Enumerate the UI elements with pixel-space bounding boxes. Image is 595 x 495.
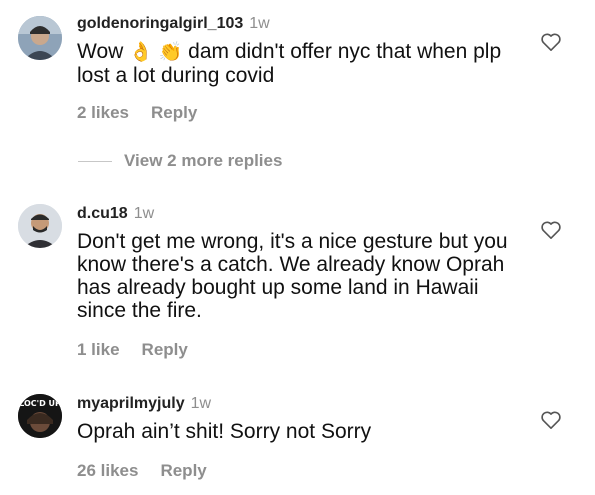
- heart-icon[interactable]: [540, 410, 562, 430]
- reply-button[interactable]: Reply: [142, 340, 188, 359]
- reply-button[interactable]: Reply: [160, 461, 206, 480]
- comment-text: Don't get me wrong, it's a nice gesture …: [77, 230, 508, 322]
- view-more-replies-button[interactable]: View 2 more replies: [78, 150, 282, 172]
- likes-count[interactable]: 26 likes: [77, 461, 138, 480]
- clapping-hands-emoji-icon: 👏: [158, 42, 183, 63]
- comment-item: LOC'D UP myaprilmyjuly 1w Oprah ain’t shi…: [0, 380, 595, 495]
- username[interactable]: d.cu18: [77, 205, 128, 222]
- avatar[interactable]: [18, 204, 62, 248]
- username[interactable]: myaprilmyjuly: [77, 395, 185, 412]
- avatar[interactable]: LOC'D UP: [18, 394, 62, 438]
- timestamp: 1w: [133, 205, 155, 222]
- view-more-replies-label: View 2 more replies: [124, 151, 283, 170]
- comment-text: Oprah ain’t shit! Sorry not Sorry: [77, 420, 372, 443]
- ok-hand-emoji-icon: 👌: [129, 42, 153, 63]
- avatar-logo-text: LOC'D UP: [19, 399, 61, 408]
- heart-icon[interactable]: [540, 32, 562, 52]
- likes-count[interactable]: 2 likes: [77, 103, 129, 122]
- heart-icon[interactable]: [540, 220, 562, 240]
- timestamp: 1w: [249, 15, 270, 32]
- timestamp: 1w: [190, 395, 212, 412]
- comment-text: Wow 👌 👏 dam didn't offer nyc that when p…: [77, 40, 517, 87]
- comment-text-part: Wow: [77, 40, 130, 63]
- likes-count[interactable]: 1 like: [77, 340, 120, 359]
- avatar[interactable]: [18, 16, 62, 60]
- reply-button[interactable]: Reply: [151, 103, 197, 122]
- username[interactable]: goldenoringalgirl_103: [77, 15, 243, 32]
- comment-item: goldenoringalgirl_103 1w Wow 👌 👏 dam didn…: [0, 0, 595, 140]
- comment-item: d.cu18 1w Don't get me wrong, it's a nice…: [0, 190, 595, 360]
- divider-line: [78, 160, 112, 162]
